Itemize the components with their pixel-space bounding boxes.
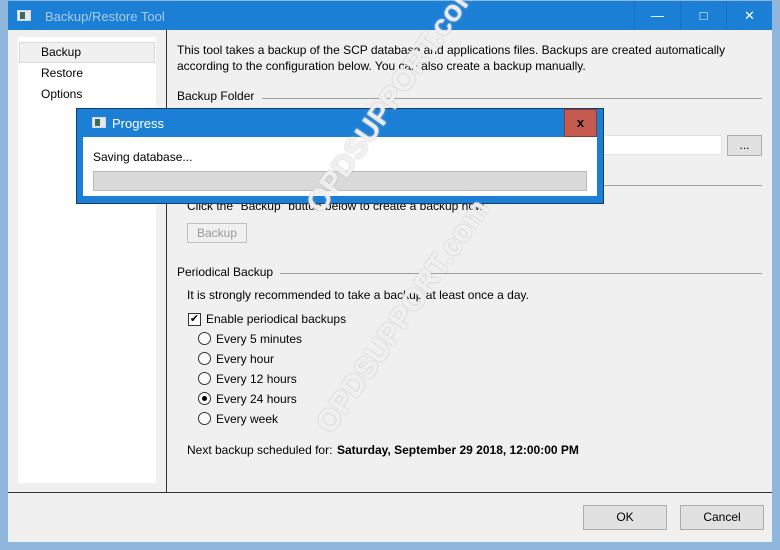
group-line xyxy=(280,273,762,274)
next-backup-label: Next backup scheduled for: xyxy=(187,443,333,457)
radio-every-24-hours[interactable] xyxy=(198,392,211,405)
dialog-close-button[interactable]: x xyxy=(564,109,597,137)
radio-label[interactable]: Every 12 hours xyxy=(216,372,297,386)
minimize-button[interactable]: — xyxy=(634,1,680,30)
close-icon: ✕ xyxy=(744,8,755,23)
minimize-icon: — xyxy=(651,8,664,23)
enable-periodical-label[interactable]: Enable periodical backups xyxy=(206,312,346,326)
sidebar-item-options[interactable]: Options xyxy=(19,84,155,105)
intro-text: according to the configuration below. Yo… xyxy=(177,59,586,73)
radio-every-hour[interactable] xyxy=(198,352,211,365)
app-icon xyxy=(17,10,31,21)
radio-every-week[interactable] xyxy=(198,412,211,425)
close-icon: x xyxy=(576,115,585,130)
backup-now-button[interactable]: Backup xyxy=(187,223,247,243)
browse-button[interactable]: ... xyxy=(727,135,762,156)
app-icon xyxy=(92,117,106,128)
progress-status: Saving database... xyxy=(93,150,193,164)
next-backup-value: Saturday, September 29 2018, 12:00:00 PM xyxy=(337,443,579,457)
periodical-header: Periodical Backup xyxy=(177,265,274,279)
window-title: Backup/Restore Tool xyxy=(45,9,165,24)
enable-periodical-checkbox[interactable]: ✔ xyxy=(188,313,201,326)
radio-label[interactable]: Every week xyxy=(216,412,278,426)
backup-folder-header: Backup Folder xyxy=(177,89,255,103)
radio-label[interactable]: Every hour xyxy=(216,352,274,366)
sidebar-item-backup[interactable]: Backup xyxy=(19,42,155,63)
recommendation-text: It is strongly recommended to take a bac… xyxy=(187,288,529,302)
dialog-title: Progress xyxy=(112,116,165,131)
radio-every-5-minutes[interactable] xyxy=(198,332,211,345)
ok-button[interactable]: OK xyxy=(583,505,667,530)
maximize-icon: □ xyxy=(699,8,708,23)
radio-label[interactable]: Every 5 minutes xyxy=(216,332,302,346)
close-button[interactable]: ✕ xyxy=(726,1,772,30)
divider xyxy=(166,30,167,492)
radio-label[interactable]: Every 24 hours xyxy=(216,392,297,406)
group-line xyxy=(262,98,762,99)
intro-text: This tool takes a backup of the SCP data… xyxy=(177,43,726,57)
checkmark-icon: ✔ xyxy=(189,313,200,325)
cancel-button[interactable]: Cancel xyxy=(680,505,764,530)
sidebar-item-restore[interactable]: Restore xyxy=(19,63,155,84)
maximize-button[interactable]: □ xyxy=(680,1,726,30)
divider xyxy=(8,492,772,493)
radio-every-12-hours[interactable] xyxy=(198,372,211,385)
